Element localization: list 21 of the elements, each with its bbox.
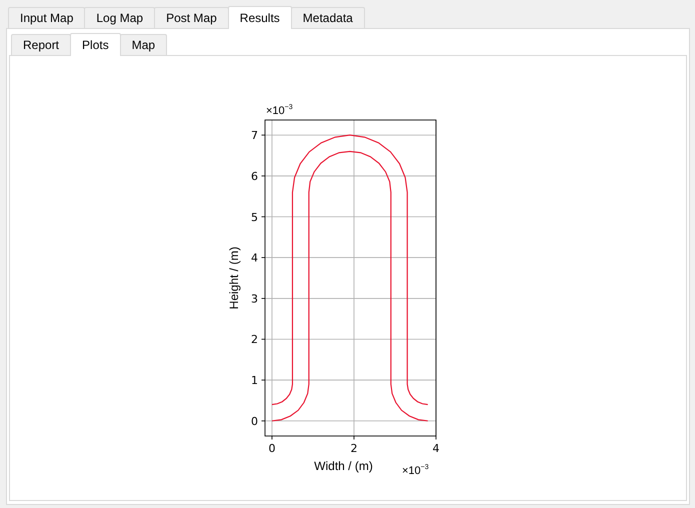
axis-label: Width / (m) [314,459,373,473]
tick-label: 4 [432,442,440,455]
tick-label: 2 [350,442,358,455]
tick-label: 0 [251,414,258,428]
tick-label: 5 [251,210,258,224]
tab[interactable]: Results [228,6,292,29]
scale-label: ×10$^{−3}$ [402,464,429,477]
scale-label: ×10$^{−3}$ [266,104,293,117]
tab[interactable]: Report [11,34,72,55]
tick-label: 2 [251,333,258,346]
tick-label: 7 [251,129,258,142]
tab[interactable]: Map [120,34,168,55]
tick-label: 6 [251,170,258,183]
tick-label: 1 [251,374,258,388]
tick-label: 3 [251,292,258,306]
tab[interactable]: Plots [70,33,121,56]
tab[interactable]: Metadata [290,7,365,28]
axis-label: Height / (m) [227,246,241,310]
tick-label: 0 [268,442,276,455]
tab[interactable]: Input Map [8,7,86,28]
tick-label: 4 [251,252,258,265]
